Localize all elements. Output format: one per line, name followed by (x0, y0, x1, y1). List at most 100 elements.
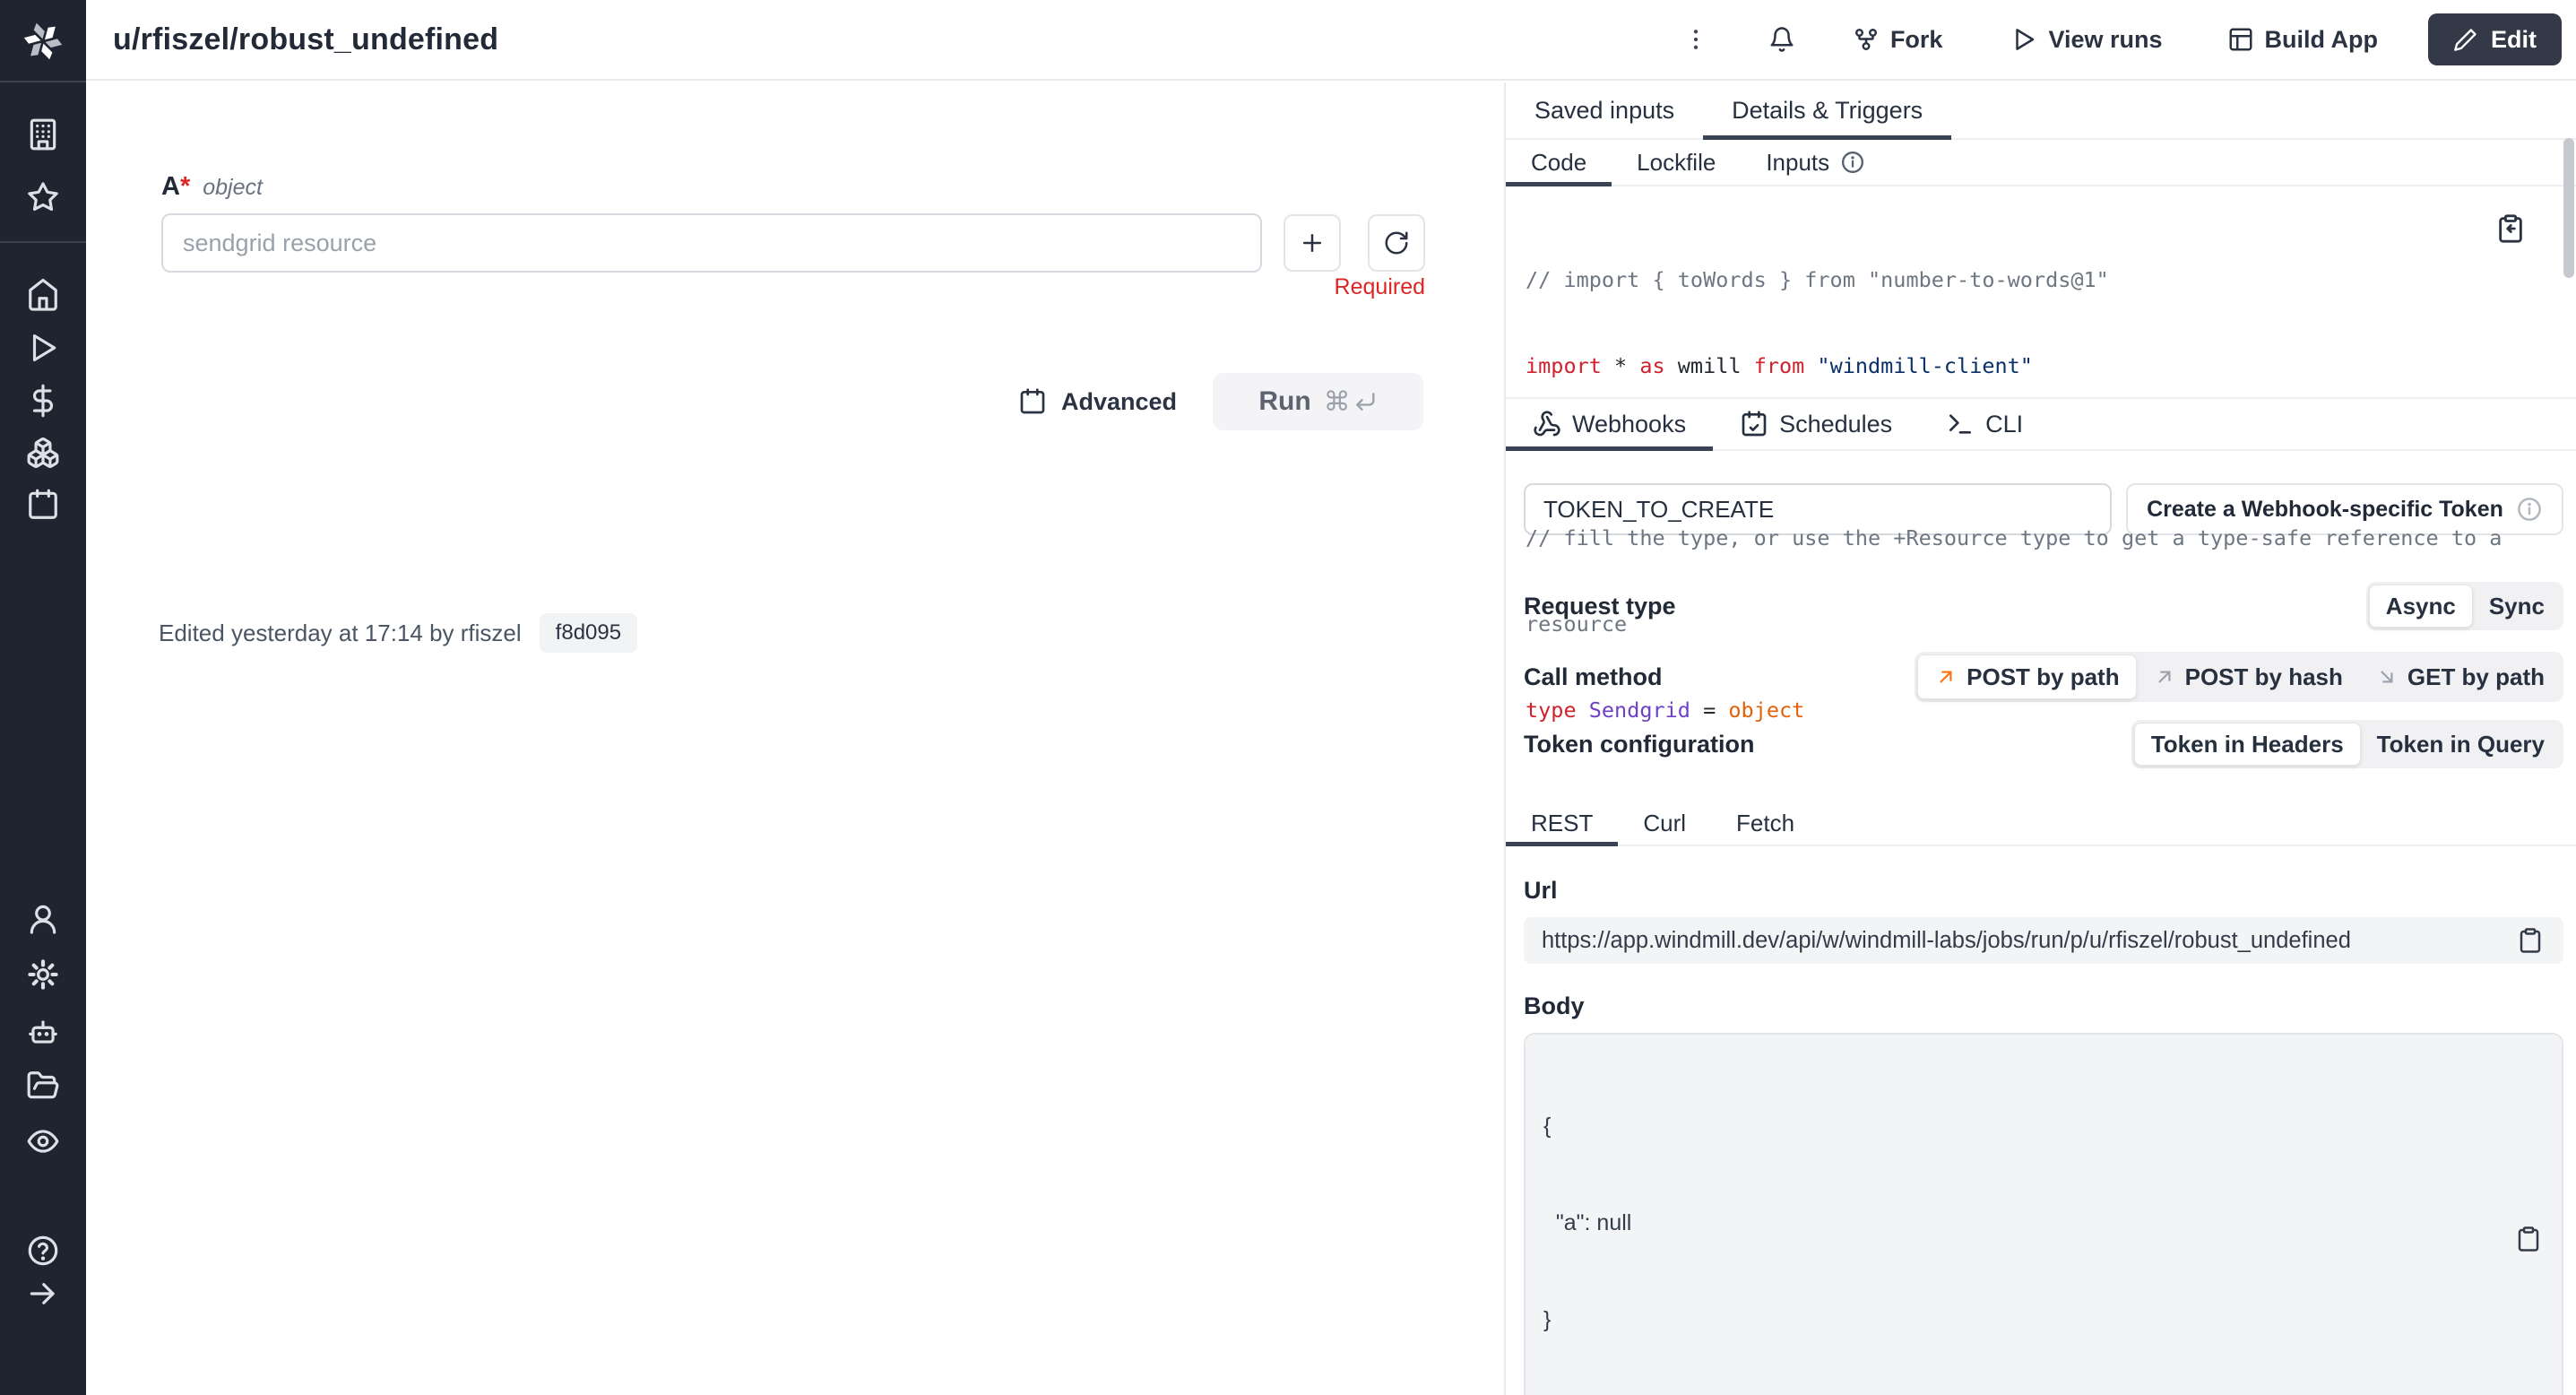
runs-play-icon[interactable] (26, 331, 60, 365)
copy-url-icon[interactable] (2517, 925, 2544, 956)
webhook-url-field[interactable]: https://app.windmill.dev/api/w/windmill-… (1524, 917, 2563, 964)
request-body-box[interactable]: { "a": null } (1524, 1033, 2563, 1395)
star-icon[interactable] (26, 180, 60, 214)
sidebar-divider (0, 241, 86, 243)
edited-text: Edited yesterday at 17:14 by rfiszel (159, 620, 522, 647)
tab-label: CLI (1985, 411, 2023, 438)
tab-inputs[interactable]: Inputs (1741, 140, 1890, 185)
code-line: // import { toWords } from "number-to-wo… (1526, 265, 2477, 294)
dollar-sign-icon[interactable] (26, 384, 60, 418)
tab-label: Details & Triggers (1732, 97, 1923, 125)
code-line: type Sendgrid = object (1526, 696, 2477, 724)
building-icon[interactable] (26, 117, 60, 152)
code-tabs: Code Lockfile Inputs (1506, 140, 2576, 186)
panel-tabs: Saved inputs Details & Triggers (1506, 82, 2576, 140)
panel-scrollbar[interactable] (2563, 138, 2574, 278)
code-line: // fill the type, or use the +Resource t… (1526, 524, 2477, 552)
tab-label: Fetch (1736, 810, 1794, 837)
rest-snippet-content: Url https://app.windmill.dev/api/w/windm… (1506, 877, 2576, 1395)
schedules-calendar-icon[interactable] (26, 488, 60, 522)
tab-curl[interactable]: Curl (1618, 801, 1711, 845)
copy-body-icon[interactable] (2515, 1224, 2542, 1254)
field-type: object (203, 175, 263, 201)
command-key-glyph: ⌘ (1324, 386, 1351, 418)
bell-icon (1768, 26, 1795, 53)
required-star: * (180, 172, 190, 201)
tab-label: Webhooks (1572, 411, 1686, 438)
tab-label: Code (1531, 149, 1586, 177)
calendar-check-icon (1740, 410, 1768, 438)
play-icon (2010, 26, 2037, 53)
return-key-icon (1353, 389, 1378, 414)
tab-label: Curl (1643, 810, 1686, 837)
required-message: Required (1251, 274, 1425, 300)
advanced-label: Advanced (1061, 388, 1177, 416)
robot-worker-icon[interactable] (26, 1015, 60, 1049)
edit-button[interactable]: Edit (2428, 13, 2562, 65)
fork-label: Fork (1890, 26, 1943, 54)
folder-open-icon[interactable] (26, 1069, 60, 1103)
build-app-label: Build App (2265, 26, 2378, 54)
git-fork-icon (1853, 26, 1880, 53)
tab-lockfile[interactable]: Lockfile (1612, 140, 1741, 185)
kebab-menu-icon[interactable] (1682, 26, 1709, 53)
copy-code-icon[interactable] (2495, 213, 2526, 244)
code-line: resource (1526, 610, 2477, 638)
code-viewer[interactable]: // import { toWords } from "number-to-wo… (1506, 186, 2576, 397)
tab-details-triggers[interactable]: Details & Triggers (1703, 82, 1951, 138)
user-icon[interactable] (26, 902, 60, 936)
code-line: import * as wmill from "windmill-client" (1526, 351, 2477, 380)
refresh-button[interactable] (1368, 214, 1425, 272)
tab-webhooks[interactable]: Webhooks (1506, 399, 1713, 449)
advanced-button[interactable]: Advanced (1018, 373, 1177, 430)
option-sync[interactable]: Sync (2473, 585, 2561, 628)
build-app-button[interactable]: Build App (2227, 26, 2378, 54)
object-input[interactable] (161, 213, 1262, 273)
resources-boxes-icon[interactable] (26, 436, 60, 470)
option-label: Sync (2489, 593, 2545, 620)
info-icon (1840, 150, 1865, 175)
fork-button[interactable]: Fork (1853, 26, 1943, 54)
url-label: Url (1524, 877, 2563, 905)
tab-label: Schedules (1779, 411, 1892, 438)
pencil-icon (2453, 27, 2478, 52)
json-line: { (1543, 1110, 2499, 1142)
tab-schedules[interactable]: Schedules (1713, 399, 1919, 449)
settings-gear-icon[interactable] (26, 957, 60, 992)
view-runs-label: View runs (2048, 26, 2162, 54)
edited-row: Edited yesterday at 17:14 by rfiszel f8d… (159, 613, 637, 653)
expand-arrow-right-icon[interactable] (26, 1277, 60, 1311)
topbar: u/rfiszel/robust_undefined Fork View run… (86, 0, 2576, 81)
run-label: Run (1258, 386, 1310, 417)
tab-label: Inputs (1766, 149, 1829, 177)
sidebar (0, 0, 86, 1395)
app-layout-icon (2227, 26, 2254, 53)
tab-saved-inputs[interactable]: Saved inputs (1506, 82, 1703, 138)
edit-label: Edit (2491, 26, 2537, 54)
body-label: Body (1524, 992, 2563, 1020)
tab-cli[interactable]: CLI (1919, 399, 2050, 449)
topbar-actions: Fork View runs Build App Edit (1682, 13, 2562, 65)
calendar-icon (1018, 387, 1047, 416)
notifications-button[interactable] (1768, 26, 1795, 53)
plus-icon (1299, 230, 1326, 256)
json-line: "a": null (1543, 1207, 2499, 1239)
add-property-button[interactable] (1284, 214, 1341, 272)
sidebar-top-divider (0, 81, 86, 82)
tab-rest[interactable]: REST (1506, 801, 1618, 845)
details-panel: Saved inputs Details & Triggers Code Loc… (1506, 82, 2576, 1395)
help-circle-icon[interactable] (26, 1234, 60, 1268)
view-runs-button[interactable]: View runs (2010, 26, 2162, 54)
windmill-logo-icon[interactable] (23, 22, 63, 61)
tab-code[interactable]: Code (1506, 140, 1612, 185)
tab-fetch[interactable]: Fetch (1711, 801, 1820, 845)
home-icon[interactable] (26, 277, 60, 311)
script-hash-badge[interactable]: f8d095 (540, 613, 637, 653)
run-form-area: A* object Required Advanced Run ⌘ Edited… (86, 82, 1504, 1395)
windmill-script-page: u/rfiszel/robust_undefined Fork View run… (0, 0, 2576, 1395)
run-button[interactable]: Run ⌘ (1213, 373, 1423, 430)
eye-icon[interactable] (26, 1124, 60, 1158)
info-icon (2516, 496, 2543, 523)
field-label: A* object (161, 172, 263, 202)
tab-label: Saved inputs (1534, 97, 1674, 125)
